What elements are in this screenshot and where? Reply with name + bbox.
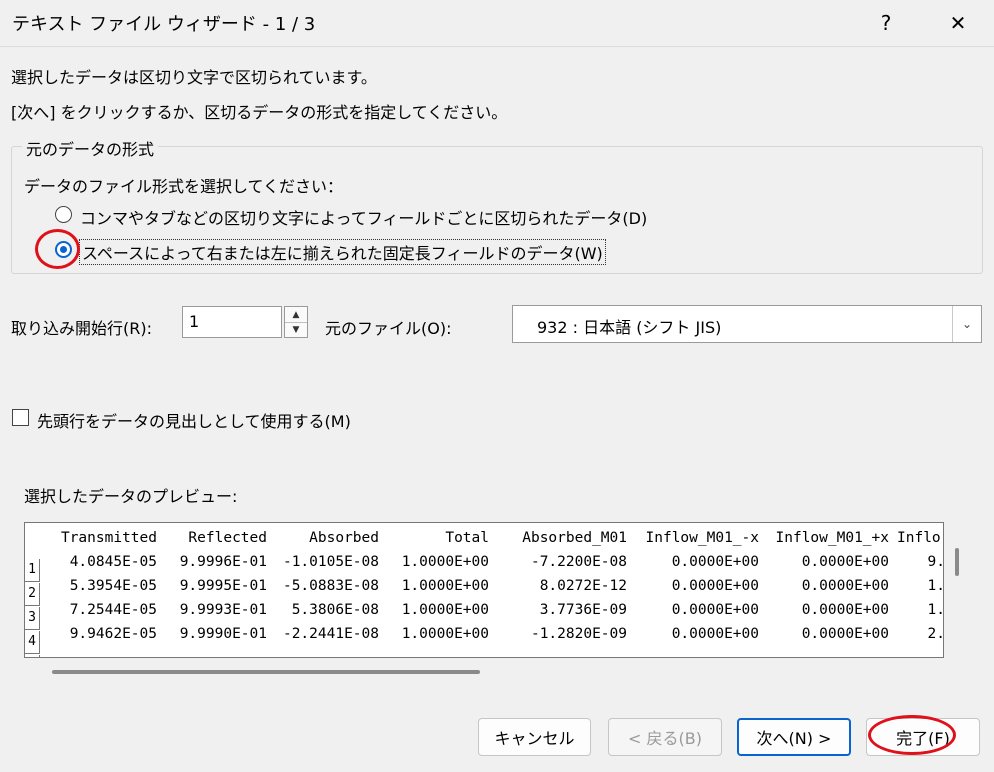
start-row-stepper[interactable]: ▲ ▼ [284,306,308,338]
table-cell: 9. [927,554,944,570]
table-cell: 0.0000E+00 [801,602,889,618]
highlight-annotation-finish [868,715,956,755]
preview-vertical-scrollbar[interactable] [955,548,959,576]
column-header: Transmitted [60,530,157,546]
intro-line-1: 選択したデータは区切り文字で区切られています。 [11,68,377,87]
table-cell: 9.9995E-01 [179,578,267,594]
source-format-legend: 元のデータの形式 [22,136,159,160]
table-cell: 0.0000E+00 [671,578,759,594]
start-row-label: 取り込み開始行(R): [11,319,152,338]
table-cell: 9.9990E-01 [179,626,267,642]
table-cell: 2. [927,626,944,642]
column-header: Inflow_M01_-x [645,530,760,546]
header-row-checkbox[interactable] [12,409,29,426]
table-cell: 0.0000E+00 [671,602,759,618]
intro-line-2: [次へ] をクリックするか、区切るデータの形式を指定してください。 [11,103,508,122]
table-cell: 9.9993E-01 [179,602,267,618]
table-cell: -7.2200E-08 [530,554,627,570]
table-cell: 0.0000E+00 [801,554,889,570]
table-cell: 3.7736E-09 [539,602,627,618]
file-origin-select[interactable]: 932 : 日本語 (シフト JIS) ⌄ [512,305,982,343]
column-header: Inflow_M01_+x [775,530,890,546]
column-header: Total [445,530,489,546]
table-row: 4 7.2544E-05 9.9993E-01 5.3806E-08 1.000… [25,599,944,654]
table-cell: 0.0000E+00 [671,626,759,642]
help-icon[interactable]: ? [866,8,906,38]
chevron-up-icon[interactable]: ▲ [285,307,307,323]
delimited-radio-label[interactable]: コンマやタブなどの区切り文字によってフィールドごとに区切られたデータ(D) [80,205,647,229]
table-cell: 1.0000E+00 [401,578,489,594]
table-cell: 5.3954E-05 [69,578,157,594]
start-row-input[interactable]: 1 [182,306,282,338]
delimited-radio[interactable] [55,206,72,223]
table-cell: -5.0883E-08 [282,578,379,594]
preview-horizontal-scrollbar[interactable] [52,670,480,674]
table-cell: -1.2820E-09 [530,626,627,642]
next-button[interactable]: 次へ(N) > [737,718,851,756]
file-origin-value: 932 : 日本語 (シフト JIS) [537,318,722,337]
row-number: 5 [25,655,40,657]
file-origin-label: 元のファイル(O): [325,319,452,338]
table-cell: 1. [927,578,944,594]
table-cell: 0.0000E+00 [801,578,889,594]
highlight-annotation-radio [35,229,80,269]
table-cell: 9.9462E-05 [69,626,157,642]
table-cell: 1.0000E+00 [401,554,489,570]
column-header: Reflected [188,530,267,546]
table-cell: 7.2544E-05 [69,602,157,618]
fixed-width-radio-label[interactable]: スペースによって右または左に揃えられた固定長フィールドのデータ(W) [79,239,606,265]
preview-label: 選択したデータのプレビュー: [24,487,238,506]
chevron-down-icon[interactable]: ⌄ [952,306,981,342]
back-button[interactable]: < 戻る(B) [608,718,722,756]
column-header: Absorbed [309,530,379,546]
table-cell: 0.0000E+00 [671,554,759,570]
header-row-checkbox-label[interactable]: 先頭行をデータの見出しとして使用する(M) [37,408,351,432]
table-cell: 1.0000E+00 [401,602,489,618]
file-format-prompt: データのファイル形式を選択してください： [24,177,344,196]
data-preview[interactable]: 1 Transmitted Reflected Absorbed Total A… [24,522,944,658]
table-cell: -2.2441E-08 [282,626,379,642]
title-bar: テキスト ファイル ウィザード - 1 / 3 ? ✕ [0,0,994,47]
table-cell: 4.0845E-05 [69,554,157,570]
cancel-button[interactable]: キャンセル [478,718,591,756]
table-cell: 9.9996E-01 [179,554,267,570]
close-icon[interactable]: ✕ [938,8,978,38]
table-row: 3 5.3954E-05 9.9995E-01 -5.0883E-08 1.00… [25,575,944,630]
table-row: 2 4.0845E-05 9.9996E-01 -1.0105E-08 1.00… [25,551,944,606]
table-cell: 1.0000E+00 [401,626,489,642]
table-cell: 5.3806E-08 [291,602,379,618]
table-row: 5 9.9462E-05 9.9990E-01 -2.2441E-08 1.00… [25,623,944,657]
table-cell: 8.0272E-12 [539,578,627,594]
table-cell: 1. [927,602,944,618]
column-header: Absorbed_M01 [522,530,627,546]
window-title: テキスト ファイル ウィザード - 1 / 3 [12,14,316,35]
column-header: Inflo [897,530,941,546]
chevron-down-icon[interactable]: ▼ [285,322,307,337]
table-cell: -1.0105E-08 [282,554,379,570]
table-row: 1 Transmitted Reflected Absorbed Total A… [25,527,943,582]
table-cell: 0.0000E+00 [801,626,889,642]
